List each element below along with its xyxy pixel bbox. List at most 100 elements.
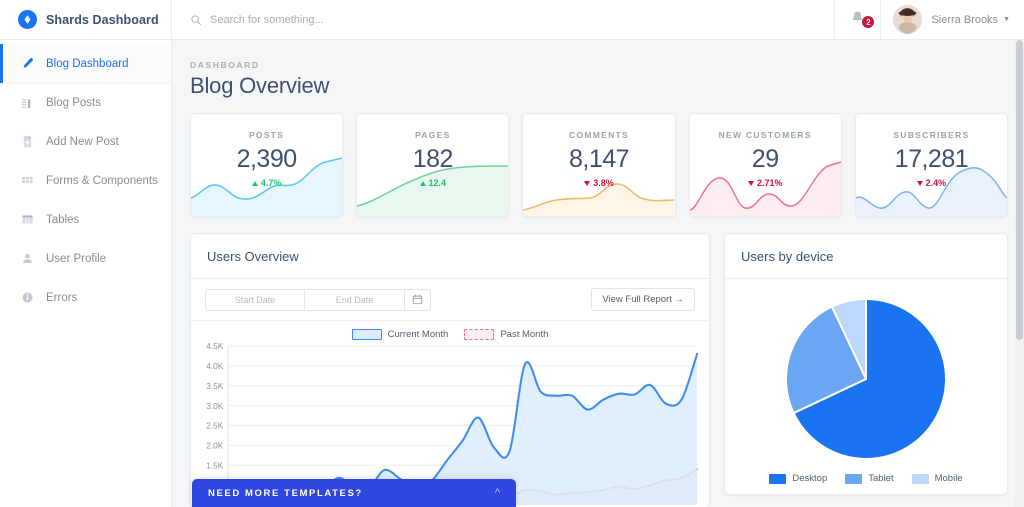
panel-title: Users Overview [207, 248, 299, 264]
stat-card-posts[interactable]: Posts 2,390 4.7% [190, 113, 344, 217]
svg-text:1.5K: 1.5K [206, 460, 223, 470]
legend-label: Past Month [500, 329, 549, 340]
panel-users-by-device: Users by device Desktop Tablet Mobile [724, 233, 1008, 495]
calendar-icon[interactable] [405, 288, 431, 311]
search-input[interactable] [210, 13, 470, 26]
sidebar-item-tables[interactable]: Tables [0, 200, 171, 239]
topbar-right: 2 Sierra Brooks ▼ [834, 0, 1024, 39]
legend-swatch [351, 329, 382, 340]
sidebar-item-add-new-post[interactable]: Add New Post [0, 122, 171, 161]
stat-delta: 12.4 [419, 178, 447, 188]
sidebar-item-user-profile[interactable]: User Profile [0, 239, 171, 278]
page-title: Blog Overview [190, 73, 330, 98]
list-view-icon [20, 96, 35, 111]
users-by-device-pie-chart[interactable] [780, 293, 952, 465]
stat-card-new-customers[interactable]: New Customers 29 2.71% [688, 113, 842, 217]
pie-chart-body: Desktop Tablet Mobile [725, 279, 1007, 494]
panel-header: Users by device [725, 234, 1007, 279]
sidebar-nav: Blog Dashboard Blog Posts Add New Post F… [0, 40, 171, 317]
arrow-down-icon [584, 180, 591, 186]
notification-badge: 2 [861, 15, 876, 29]
brand-name: Shards Dashboard [46, 12, 159, 27]
breadcrumb: Dashboard [190, 60, 260, 70]
stat-delta-value: 3.8% [593, 178, 614, 188]
svg-text:2.0K: 2.0K [206, 440, 223, 450]
stat-delta-value: 12.4 [428, 178, 447, 188]
legend-label: Tablet [868, 473, 894, 484]
page-content: Dashboard Blog Overview Posts 2,390 4.7% [172, 40, 1024, 507]
notifications-button[interactable]: 2 [834, 0, 880, 39]
stats-row: Posts 2,390 4.7% Pages 182 [190, 113, 1009, 217]
grid-icon [20, 173, 35, 188]
svg-text:3.5K: 3.5K [206, 381, 223, 391]
stat-delta-value: 4.7% [260, 178, 282, 188]
sidebar-item-label: Errors [46, 291, 78, 304]
legend-item-current-month[interactable]: Current Month [351, 329, 449, 340]
panel-users-overview: Users Overview Start Date End Date View … [190, 233, 710, 507]
legend-item-desktop[interactable]: Desktop [769, 473, 827, 484]
stat-delta-value: 2.4% [925, 178, 947, 188]
main-area: 2 Sierra Brooks ▼ [172, 0, 1024, 507]
search-container [172, 0, 834, 39]
panels-row: Users Overview Start Date End Date View … [190, 233, 1008, 507]
chevron-down-icon: ▼ [1003, 16, 1010, 23]
legend-item-mobile[interactable]: Mobile [911, 473, 963, 484]
sidebar-item-forms-components[interactable]: Forms & Components [0, 161, 171, 200]
info-circle-icon [20, 290, 35, 305]
stat-label: Subscribers [893, 130, 970, 140]
stat-label: Comments [569, 130, 629, 140]
start-date-input[interactable]: Start Date [205, 288, 305, 311]
sidebar-item-blog-dashboard[interactable]: Blog Dashboard [0, 44, 171, 83]
stat-delta-value: 2.71% [756, 178, 783, 188]
stat-card-subscribers[interactable]: Subscribers 17,281 2.4% [854, 113, 1009, 217]
stat-label: Posts [248, 130, 285, 140]
table-icon [20, 212, 35, 227]
pencil-icon [20, 56, 35, 71]
view-full-report-button[interactable]: View Full Report → [591, 288, 695, 311]
chart-legend: Current Month Past Month [191, 321, 709, 342]
sidebar-item-errors[interactable]: Errors [0, 278, 171, 317]
sidebar-item-label: Blog Dashboard [46, 57, 129, 70]
banner-text: Need more templates? [208, 487, 363, 499]
sidebar-item-label: User Profile [46, 252, 107, 265]
sidebar-item-label: Add New Post [46, 135, 119, 148]
arrow-up-icon [251, 180, 258, 186]
panel-title: Users by device [741, 248, 834, 264]
stat-card-pages[interactable]: Pages 182 12.4 [356, 113, 510, 217]
sidebar: Shards Dashboard Blog Dashboard Blog Pos… [0, 0, 172, 507]
person-icon [20, 251, 35, 266]
pie-legend: Desktop Tablet Mobile [769, 473, 963, 484]
stat-label: Pages [414, 130, 451, 140]
end-date-input[interactable]: End Date [305, 288, 405, 311]
chevron-up-icon[interactable]: ^ [495, 487, 500, 499]
sidebar-item-label: Forms & Components [46, 174, 158, 187]
sidebar-item-blog-posts[interactable]: Blog Posts [0, 83, 171, 122]
svg-text:2.5K: 2.5K [206, 421, 223, 431]
legend-item-tablet[interactable]: Tablet [845, 473, 894, 484]
topbar: 2 Sierra Brooks ▼ [172, 0, 1024, 40]
page-scrollbar[interactable] [1015, 40, 1024, 507]
shard-diamond-icon [18, 10, 37, 29]
stat-delta: 4.7% [251, 178, 282, 188]
sidebar-item-label: Tables [46, 213, 80, 226]
date-range-group: Start Date End Date [205, 288, 431, 311]
brand[interactable]: Shards Dashboard [0, 0, 171, 40]
stat-card-comments[interactable]: Comments 8,147 3.8% [522, 113, 676, 217]
user-menu[interactable]: Sierra Brooks ▼ [880, 0, 1024, 39]
svg-text:4.5K: 4.5K [206, 342, 223, 351]
legend-label: Current Month [387, 329, 449, 340]
stat-label: New Customers [718, 130, 812, 140]
scrollbar-thumb[interactable] [1016, 40, 1023, 340]
user-name: Sierra Brooks [931, 13, 999, 26]
search-icon [190, 14, 202, 26]
panel-header: Users Overview [191, 234, 709, 279]
file-add-icon [20, 134, 35, 149]
legend-label: Mobile [934, 473, 963, 484]
legend-label: Desktop [792, 473, 828, 484]
legend-item-past-month[interactable]: Past Month [464, 329, 548, 340]
legend-swatch [769, 473, 787, 484]
sidebar-item-label: Blog Posts [46, 97, 101, 109]
stat-delta: 2.71% [747, 178, 783, 188]
need-more-templates-banner[interactable]: Need more templates? ^ [192, 479, 516, 507]
svg-text:3.0K: 3.0K [206, 401, 223, 411]
